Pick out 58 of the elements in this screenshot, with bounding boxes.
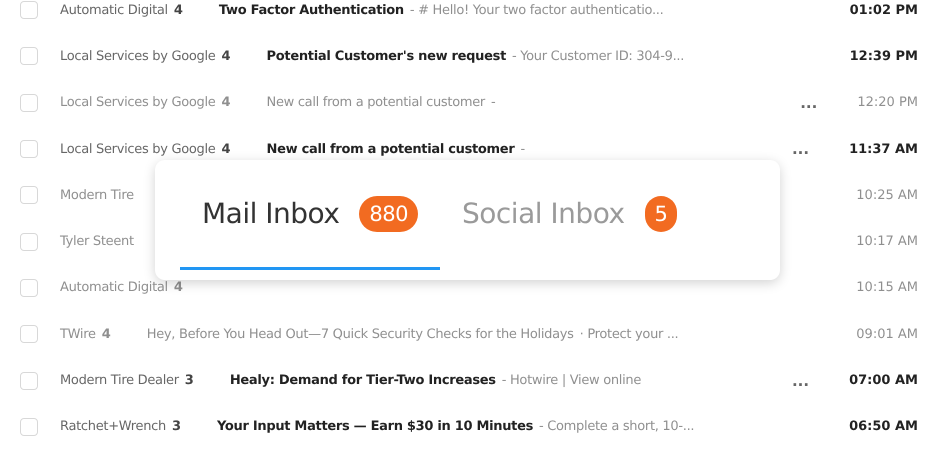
snippet: - <box>520 142 525 157</box>
subject: Your Input Matters — Earn $30 in 10 Minutes <box>217 419 534 434</box>
snippet: - <box>490 95 496 110</box>
snippet: - Complete a short, 10-... <box>539 419 694 434</box>
thread-count: 4 <box>222 95 231 110</box>
time: 12:39 PM <box>850 48 918 64</box>
snippet: - # Hello! Your two factor authenticatio... <box>410 2 664 18</box>
sender: Modern Tire <box>60 188 134 203</box>
subject: Two Factor Authentication <box>218 2 404 18</box>
row-checkbox[interactable] <box>20 47 38 66</box>
row-checkbox[interactable] <box>20 418 38 436</box>
subject: New call from a potential customer <box>266 95 485 110</box>
sender: Local Services by Google <box>60 142 216 157</box>
count-badge: 5 <box>644 196 678 232</box>
ellipsis: ... <box>792 140 810 158</box>
time: 07:00 AM <box>849 373 918 388</box>
snippet: - Your Customer ID: 304-9... <box>512 48 684 64</box>
thread-count: 3 <box>184 373 194 388</box>
time: 10:17 AM <box>856 234 918 250</box>
subject: Hey, Before You Head Out—7 Quick Security Checks for the Holidays <box>146 326 574 342</box>
time: 01:02 PM <box>850 2 918 18</box>
thread-count: 4 <box>222 142 231 157</box>
sender: Local Services by Google <box>60 95 216 110</box>
ellipsis: ... <box>800 94 818 112</box>
time: 12:20 PM <box>857 95 918 110</box>
subject: New call from a potential customer <box>266 142 514 157</box>
time: 09:01 AM <box>856 326 918 342</box>
sender: Modern Tire Dealer <box>60 373 179 388</box>
row-checkbox[interactable] <box>20 94 38 112</box>
row-checkbox[interactable] <box>20 186 38 204</box>
row-checkbox[interactable] <box>20 140 38 158</box>
thread-count: 4 <box>174 280 183 296</box>
time: 06:50 AM <box>849 419 918 434</box>
sender: Tyler Steent <box>60 234 134 250</box>
sender: Ratchet+Wrench <box>60 419 166 434</box>
thread-count: 4 <box>174 2 183 18</box>
sender: TWire <box>60 326 96 342</box>
thread-count: 4 <box>102 326 111 342</box>
count-badge: 880 <box>359 196 418 232</box>
inbox-tab[interactable]: Mail Inbox 880 <box>180 160 440 270</box>
sender: Local Services by Google <box>60 48 216 64</box>
subject: Healy: Demand for Tier-Two Increases <box>230 373 496 388</box>
row-checkbox[interactable] <box>20 325 38 344</box>
ellipsis: ... <box>792 372 810 390</box>
time: 10:25 AM <box>856 188 918 203</box>
time: 10:15 AM <box>856 280 918 296</box>
time: 11:37 AM <box>849 142 918 157</box>
row-checkbox[interactable] <box>20 278 38 297</box>
row-checkbox[interactable] <box>20 232 38 251</box>
sender: Automatic Digital <box>60 280 168 296</box>
subject: Potential Customer's new request <box>266 48 506 64</box>
sender: Automatic Digital <box>60 2 168 18</box>
row-checkbox[interactable] <box>20 372 38 390</box>
thread-count: 3 <box>172 419 181 434</box>
snippet: · Protect your ... <box>580 326 678 342</box>
row-checkbox[interactable] <box>20 1 38 20</box>
snippet: - Hotwire | View online <box>502 373 642 388</box>
thread-count: 4 <box>222 48 231 64</box>
